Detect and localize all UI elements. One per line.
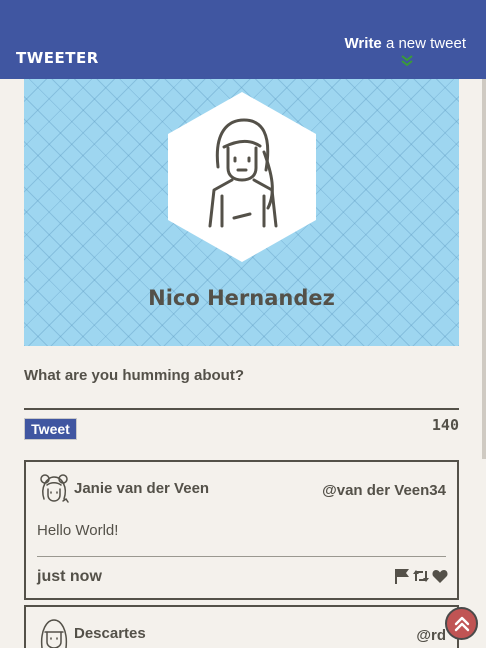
scroll-to-top-button[interactable]: [445, 607, 478, 640]
tweet-card: Janie van der Veen @van der Veen34 Hello…: [24, 460, 459, 600]
char-counter: 140: [431, 416, 459, 434]
tweet-timestamp: just now: [37, 568, 102, 585]
profile-avatar: [168, 92, 316, 262]
user-avatar: [40, 619, 68, 648]
user-avatar: [40, 474, 69, 503]
double-chevron-up-icon: [454, 616, 469, 631]
compose-bold: Write: [344, 35, 382, 52]
profile-banner: Nico Hernandez: [24, 79, 459, 346]
tweet-divider: [37, 556, 446, 557]
tweet-author-handle: @van der Veen34: [322, 482, 446, 499]
tweet-card: Descartes @rd: [24, 605, 459, 648]
tweet-actions: [394, 568, 448, 584]
brand-logo[interactable]: TWEETER: [16, 49, 99, 67]
double-chevron-down-icon[interactable]: [400, 53, 414, 67]
retweet-icon[interactable]: [413, 568, 429, 584]
heart-icon[interactable]: [432, 568, 448, 584]
tweet-author-name: Janie van der Veen: [74, 480, 210, 497]
flag-icon[interactable]: [394, 568, 410, 584]
page-scrollbar[interactable]: [482, 79, 486, 459]
top-nav: TWEETER Write a new tweet: [0, 0, 486, 79]
tweet-author-name: Descartes: [74, 625, 146, 642]
textarea-underline: [24, 408, 459, 410]
tweet-text: Hello World!: [37, 522, 119, 539]
write-tweet-link[interactable]: Write a new tweet: [345, 35, 466, 52]
tweet-author-handle: @rd: [416, 627, 446, 644]
tweet-button[interactable]: Tweet: [24, 418, 77, 440]
tweet-textarea-placeholder[interactable]: What are you humming about?: [24, 367, 244, 384]
profile-name: Nico Hernandez: [148, 286, 335, 310]
compose-rest: a new tweet: [381, 35, 466, 52]
